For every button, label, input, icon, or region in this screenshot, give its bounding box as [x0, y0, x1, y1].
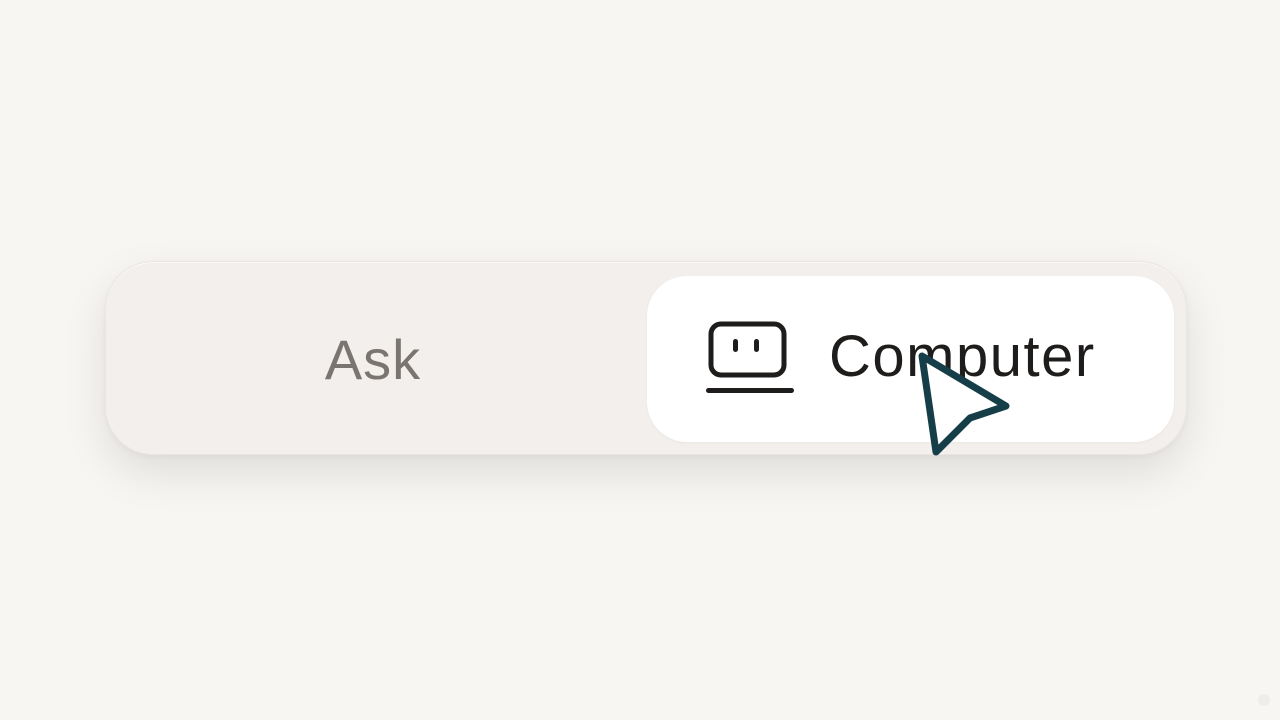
computer-icon [706, 321, 794, 393]
mode-toggle: Ask Computer [105, 261, 1187, 455]
mouse-pointer-icon [918, 352, 1010, 456]
corner-dot [1258, 694, 1270, 706]
mode-option-ask[interactable]: Ask [106, 262, 646, 456]
mode-option-ask-label: Ask [324, 327, 422, 391]
mode-option-computer[interactable]: Computer [647, 276, 1174, 442]
stage: Ask Computer [0, 0, 1280, 720]
